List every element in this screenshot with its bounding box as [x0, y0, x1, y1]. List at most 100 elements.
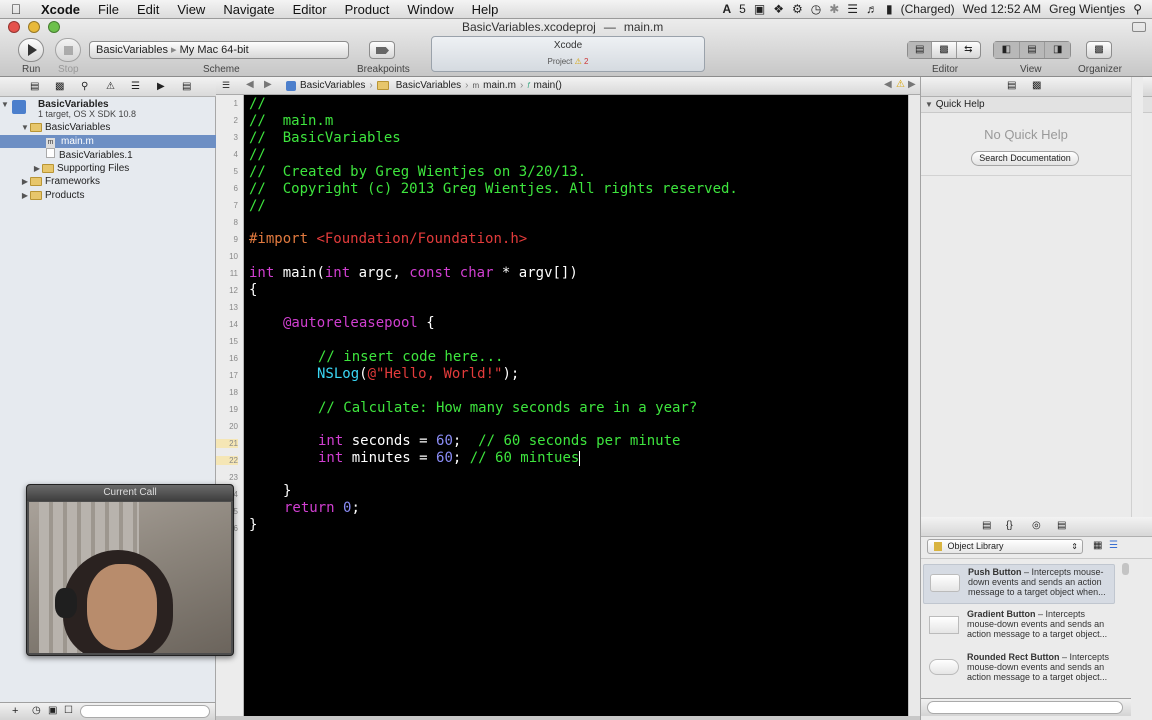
- nav-item-frameworks[interactable]: ▶ Frameworks: [0, 175, 216, 188]
- source-control-icon[interactable]: ▣: [48, 705, 57, 716]
- close-window-icon[interactable]: [8, 21, 20, 33]
- library-item-push-button[interactable]: Push Button – Intercepts mouse-down even…: [923, 564, 1115, 604]
- quick-help-header[interactable]: ▼ Quick Help: [921, 97, 1152, 113]
- code-line-3: // BasicVariables: [249, 130, 401, 146]
- disclosure-open-icon[interactable]: ▼: [20, 121, 30, 134]
- disclosure-open-icon[interactable]: ▼: [0, 98, 10, 111]
- gear-icon[interactable]: ⚙: [792, 2, 803, 16]
- list-view-icon[interactable]: ☰: [1109, 540, 1118, 551]
- disclosure-closed-icon[interactable]: ▶: [20, 175, 30, 188]
- menu-navigate[interactable]: Navigate: [214, 2, 283, 17]
- forward-icon[interactable]: ▶: [264, 79, 272, 90]
- run-button[interactable]: [18, 38, 44, 62]
- nav-item-basicvariables-group[interactable]: ▼ BasicVariables: [0, 121, 216, 134]
- search-documentation-button[interactable]: Search Documentation: [971, 151, 1079, 166]
- menu-edit[interactable]: Edit: [128, 2, 168, 17]
- search-navigator-icon[interactable]: ⚲: [81, 81, 88, 92]
- line-number-warning[interactable]: 21: [216, 439, 238, 448]
- sync-icon[interactable]: ▣: [754, 2, 765, 16]
- warning-count[interactable]: 2: [584, 57, 588, 66]
- organizer-button[interactable]: ▩: [1086, 41, 1112, 59]
- folder-icon: [30, 190, 42, 200]
- battery-icon[interactable]: ▮: [886, 2, 893, 16]
- apple-icon[interactable]: : [0, 1, 32, 17]
- menu-file[interactable]: File: [89, 2, 128, 17]
- recent-icon[interactable]: ◷: [32, 705, 41, 716]
- grid-view-icon[interactable]: ▦: [1093, 540, 1102, 551]
- jumpbar-crumb-file[interactable]: main.m: [483, 80, 516, 91]
- disclosure-closed-icon[interactable]: ▶: [32, 162, 42, 175]
- next-issue-icon[interactable]: ▶: [908, 79, 916, 90]
- warning-icon[interactable]: ⚠: [575, 57, 582, 66]
- nav-item-products[interactable]: ▶ Products: [0, 189, 216, 202]
- utilities-toggle-icon[interactable]: ◨: [1045, 42, 1071, 58]
- navigator-filter-field[interactable]: [80, 705, 210, 718]
- library-selector[interactable]: Object Library ⇕: [927, 539, 1083, 554]
- project-navigator-icon[interactable]: ▤: [30, 81, 39, 92]
- scheme-selector[interactable]: BasicVariables ▸ My Mac 64-bit: [89, 41, 349, 59]
- menu-product[interactable]: Product: [336, 2, 399, 17]
- related-items-icon[interactable]: ☰: [222, 80, 230, 91]
- editor-scrollbar[interactable]: [908, 95, 920, 716]
- volume-icon[interactable]: ♬: [866, 2, 878, 16]
- file-template-library-icon[interactable]: ▤: [982, 520, 991, 531]
- time-machine-icon[interactable]: ◷: [811, 2, 821, 16]
- library-item-rounded-rect-button[interactable]: Rounded Rect Button – Intercepts mouse-d…: [923, 650, 1115, 690]
- menu-help[interactable]: Help: [463, 2, 508, 17]
- nav-item-basicvariables-1[interactable]: BasicVariables.1: [0, 148, 216, 161]
- jumpbar-crumb-project[interactable]: BasicVariables: [300, 80, 365, 91]
- line-number-warning[interactable]: 22: [216, 456, 238, 465]
- bluetooth-icon[interactable]: ✱: [829, 2, 839, 16]
- disclosure-open-icon[interactable]: ▼: [925, 100, 933, 109]
- breakpoints-button[interactable]: [369, 41, 395, 59]
- nav-item-main-m[interactable]: m main.m: [0, 135, 216, 148]
- assistant-editor-icon[interactable]: ▩: [932, 42, 957, 58]
- library-filter-field[interactable]: [927, 701, 1123, 714]
- text-cursor: [579, 450, 581, 466]
- back-icon[interactable]: ◀: [246, 79, 254, 90]
- folder-icon: [376, 81, 389, 90]
- breakpoint-navigator-icon[interactable]: ▶: [157, 81, 165, 92]
- add-icon[interactable]: +: [12, 705, 18, 717]
- log-navigator-icon[interactable]: ▤: [182, 81, 191, 92]
- debug-navigator-icon[interactable]: ☰: [131, 81, 140, 92]
- standard-editor-icon[interactable]: ▤: [908, 42, 933, 58]
- jumpbar-crumb-function[interactable]: main(): [534, 80, 562, 91]
- zoom-window-icon[interactable]: [48, 21, 60, 33]
- warning-icon[interactable]: ⚠: [896, 79, 905, 90]
- wifi-icon[interactable]: ☰: [847, 2, 858, 16]
- navigator-toggle-icon[interactable]: ◧: [994, 42, 1020, 58]
- debug-area-toggle-icon[interactable]: ▤: [1019, 42, 1046, 58]
- dropbox-icon[interactable]: ❖: [773, 2, 784, 16]
- project-root-row[interactable]: ▼ BasicVariables 1 target, OS X SDK 10.8: [0, 98, 216, 120]
- disclosure-closed-icon[interactable]: ▶: [20, 189, 30, 202]
- library-scrollbar[interactable]: [1122, 563, 1129, 575]
- menu-app[interactable]: Xcode: [32, 2, 89, 17]
- quick-help-icon[interactable]: ▩: [1032, 80, 1041, 91]
- stop-button[interactable]: [55, 38, 81, 62]
- jumpbar-crumb-group[interactable]: BasicVariables: [396, 80, 461, 91]
- library-item-gradient-button[interactable]: Gradient Button – Intercepts mouse-down …: [923, 607, 1115, 647]
- symbol-navigator-icon[interactable]: ▩: [55, 81, 64, 92]
- fullscreen-icon[interactable]: [1132, 22, 1146, 32]
- previous-issue-icon[interactable]: ◀: [884, 79, 892, 90]
- menu-view[interactable]: View: [168, 2, 214, 17]
- adobe-icon[interactable]: A: [722, 2, 731, 16]
- version-editor-icon[interactable]: ⇆: [957, 42, 980, 58]
- minimize-window-icon[interactable]: [28, 21, 40, 33]
- file-inspector-icon[interactable]: ▤: [1007, 80, 1016, 91]
- spotlight-icon[interactable]: ⚲: [1133, 2, 1142, 16]
- clock[interactable]: Wed 12:52 AM: [963, 2, 1042, 16]
- object-library-icon[interactable]: ◎: [1032, 520, 1041, 531]
- media-library-icon[interactable]: ▤: [1057, 520, 1066, 531]
- code-snippet-library-icon[interactable]: {}: [1006, 520, 1013, 531]
- source-editor[interactable]: // // main.m // BasicVariables // // Cre…: [244, 95, 908, 716]
- menu-editor[interactable]: Editor: [284, 2, 336, 17]
- user-name[interactable]: Greg Wientjes: [1049, 2, 1125, 16]
- unsaved-filter-icon[interactable]: ☐: [64, 705, 73, 716]
- nav-item-supporting-files[interactable]: ▶ Supporting Files: [0, 162, 216, 175]
- current-call-window[interactable]: Current Call: [26, 484, 234, 656]
- menu-window[interactable]: Window: [398, 2, 462, 17]
- utility-scrollbar[interactable]: [1131, 77, 1143, 520]
- issue-navigator-icon[interactable]: ⚠: [106, 81, 115, 92]
